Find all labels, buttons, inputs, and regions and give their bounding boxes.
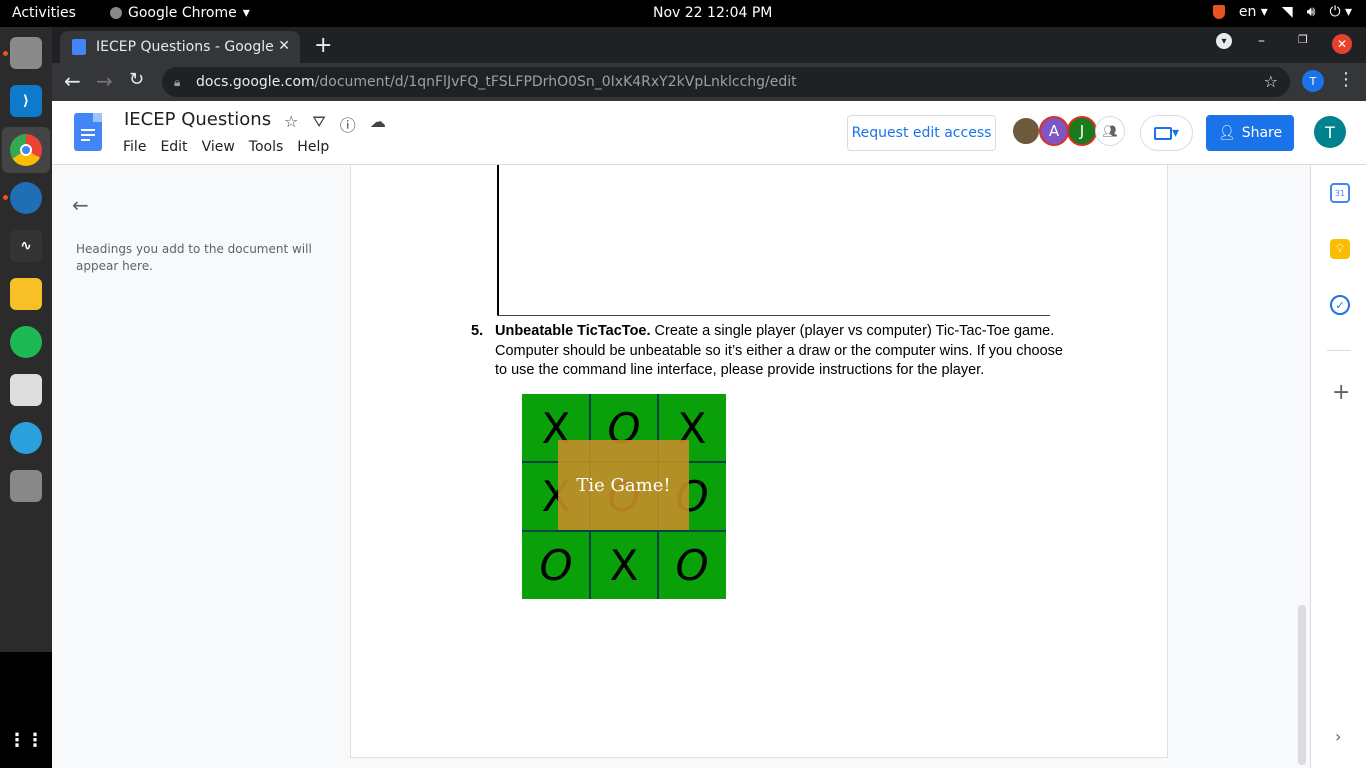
collaborator-avatar[interactable]: J (1067, 116, 1097, 146)
vscode-icon[interactable]: ⟩ (10, 85, 42, 117)
collaborator-avatar[interactable]: A (1039, 116, 1069, 146)
title-actions: ☆ ⛛ ⓘ ☁︎ (284, 112, 386, 136)
question-number: 5. (471, 323, 484, 339)
language-indicator[interactable]: en ▾ (1239, 4, 1268, 20)
show-apps-icon[interactable]: ⋮⋮ (8, 724, 44, 756)
browser-toolbar: ← → ↻ 🔒︎ docs.google.com/document/d/1qnF… (52, 63, 1366, 101)
system-top-bar: Activities Google Chrome ▾ Nov 22 12:04 … (0, 0, 1366, 27)
tasks-icon[interactable]: ✓ (1330, 295, 1350, 315)
shield-icon[interactable] (1212, 5, 1225, 19)
url-path: /document/d/1qnFlJvFQ_tFSLFPDrhO0Sn_0IxK… (314, 74, 797, 90)
board-cell: O (539, 540, 573, 590)
system-monitor-icon[interactable]: ∿ (10, 230, 42, 262)
star-icon[interactable]: ☆ (284, 112, 298, 136)
info-icon[interactable]: ⓘ (340, 112, 356, 136)
menu-help[interactable]: Help (297, 139, 329, 155)
dock-lower: ⋮⋮ (0, 652, 52, 768)
tab-search-icon[interactable]: ▾ (1216, 33, 1232, 49)
document-title[interactable]: IECEP Questions (124, 109, 271, 130)
profile-avatar[interactable]: T (1302, 70, 1324, 92)
new-tab-icon[interactable]: + (314, 33, 332, 58)
image-border (497, 165, 499, 316)
forward-icon[interactable]: → (96, 69, 113, 93)
power-icon[interactable]: ⏻ ▾ (1329, 4, 1352, 20)
side-panel-divider (1327, 350, 1351, 351)
side-panel: 31 💡︎ ✓ + › (1310, 165, 1366, 768)
chrome-menu-icon[interactable]: ⋮ (1337, 69, 1355, 90)
back-icon[interactable]: ← (64, 69, 81, 93)
question-heading: Unbeatable TicTacToe. (495, 323, 651, 339)
address-bar[interactable]: 🔒︎ docs.google.com/document/d/1qnFlJvFQ_… (162, 67, 1290, 97)
close-tab-icon[interactable]: ✕ (278, 38, 290, 54)
document-body: ← Headings you add to the document will … (52, 165, 1310, 768)
dock: ⟩ ∿ ⋮⋮ (0, 27, 52, 768)
board-cell: O (675, 540, 709, 590)
share-button[interactable]: 👤︎ Share (1206, 115, 1294, 151)
tab-strip: IECEP Questions - Google ✕ + ▾ – ❐ ✕ (52, 27, 1366, 63)
wifi-icon[interactable]: ◥ (1282, 4, 1293, 20)
bookmark-star-icon[interactable]: ☆ (1264, 72, 1278, 91)
move-to-drive-icon[interactable]: ⛛ (312, 112, 325, 136)
volume-icon[interactable]: 🔊︎ (1307, 4, 1316, 20)
close-outline-icon[interactable]: ← (72, 193, 89, 217)
notes-icon[interactable] (10, 278, 42, 310)
menu-bar: File Edit View Tools Help (123, 139, 329, 155)
chrome-icon (110, 7, 122, 19)
url-host: docs.google.com (196, 74, 315, 90)
chrome-window: IECEP Questions - Google ✕ + ▾ – ❐ ✕ ← →… (52, 27, 1366, 768)
clock[interactable]: Nov 22 12:04 PM (653, 5, 772, 21)
close-window-icon[interactable]: ✕ (1332, 34, 1352, 54)
files-icon[interactable] (10, 37, 42, 69)
running-indicator (3, 195, 8, 200)
keep-icon[interactable]: 💡︎ (1330, 239, 1350, 259)
chevron-down-icon: ▾ (242, 5, 250, 21)
activities-button[interactable]: Activities (12, 5, 76, 21)
chevron-right-icon[interactable]: › (1335, 727, 1341, 746)
disk-icon[interactable] (10, 470, 42, 502)
app-menu[interactable]: Google Chrome ▾ (110, 5, 250, 21)
minimize-icon[interactable]: – (1258, 33, 1265, 49)
docs-header: IECEP Questions ☆ ⛛ ⓘ ☁︎ File Edit View … (52, 101, 1366, 165)
cloud-status-icon[interactable]: ☁︎ (370, 112, 386, 136)
calendar-icon[interactable]: 31 (1330, 183, 1350, 203)
menu-edit[interactable]: Edit (160, 139, 187, 155)
account-avatar[interactable]: T (1314, 116, 1346, 148)
app-name-label: Google Chrome (128, 5, 237, 21)
menu-file[interactable]: File (123, 139, 146, 155)
lock-icon[interactable]: 🔒︎ (174, 75, 186, 89)
share-label: Share (1241, 125, 1283, 141)
tab-title: IECEP Questions - Google (96, 39, 274, 55)
image-border (497, 315, 1050, 316)
chrome-dock-icon[interactable] (10, 134, 42, 166)
maximize-icon[interactable]: ❐ (1298, 33, 1308, 46)
tictactoe-image[interactable]: X O X X O O O X O Tie Game! (522, 394, 726, 599)
menu-tools[interactable]: Tools (249, 139, 284, 155)
telegram-icon[interactable] (10, 422, 42, 454)
request-edit-access-button[interactable]: Request edit access (847, 115, 996, 151)
vertical-scrollbar[interactable] (1298, 605, 1306, 765)
collaborator-avatar[interactable] (1011, 116, 1041, 146)
present-icon (1153, 126, 1172, 140)
tie-game-overlay: Tie Game! (558, 440, 689, 530)
view-all-collaborators-icon[interactable]: 👥︎ (1095, 116, 1125, 146)
menu-view[interactable]: View (202, 139, 235, 155)
reload-icon[interactable]: ↻ (129, 69, 144, 90)
add-addon-icon[interactable]: + (1332, 380, 1350, 405)
person-add-icon: 👤︎ (1217, 125, 1236, 141)
question-paragraph: Unbeatable TicTacToe. Create a single pl… (495, 322, 1075, 381)
board-cell: X (609, 540, 639, 590)
edge-dev-icon[interactable] (10, 182, 42, 214)
document-page[interactable]: 5. Unbeatable TicTacToe. Create a single… (350, 165, 1168, 758)
running-indicator (3, 51, 8, 56)
spotify-icon[interactable] (10, 326, 42, 358)
docs-logo-icon[interactable] (74, 113, 102, 151)
present-button[interactable]: ▾ (1140, 115, 1193, 151)
system-tray[interactable]: en ▾ ◥ 🔊︎ ⏻ ▾ (1212, 4, 1352, 20)
tab-docs[interactable]: IECEP Questions - Google ✕ (60, 31, 300, 63)
docs-favicon-icon (72, 39, 86, 55)
outline-empty-text: Headings you add to the document will ap… (76, 242, 312, 273)
book-icon[interactable] (10, 374, 42, 406)
